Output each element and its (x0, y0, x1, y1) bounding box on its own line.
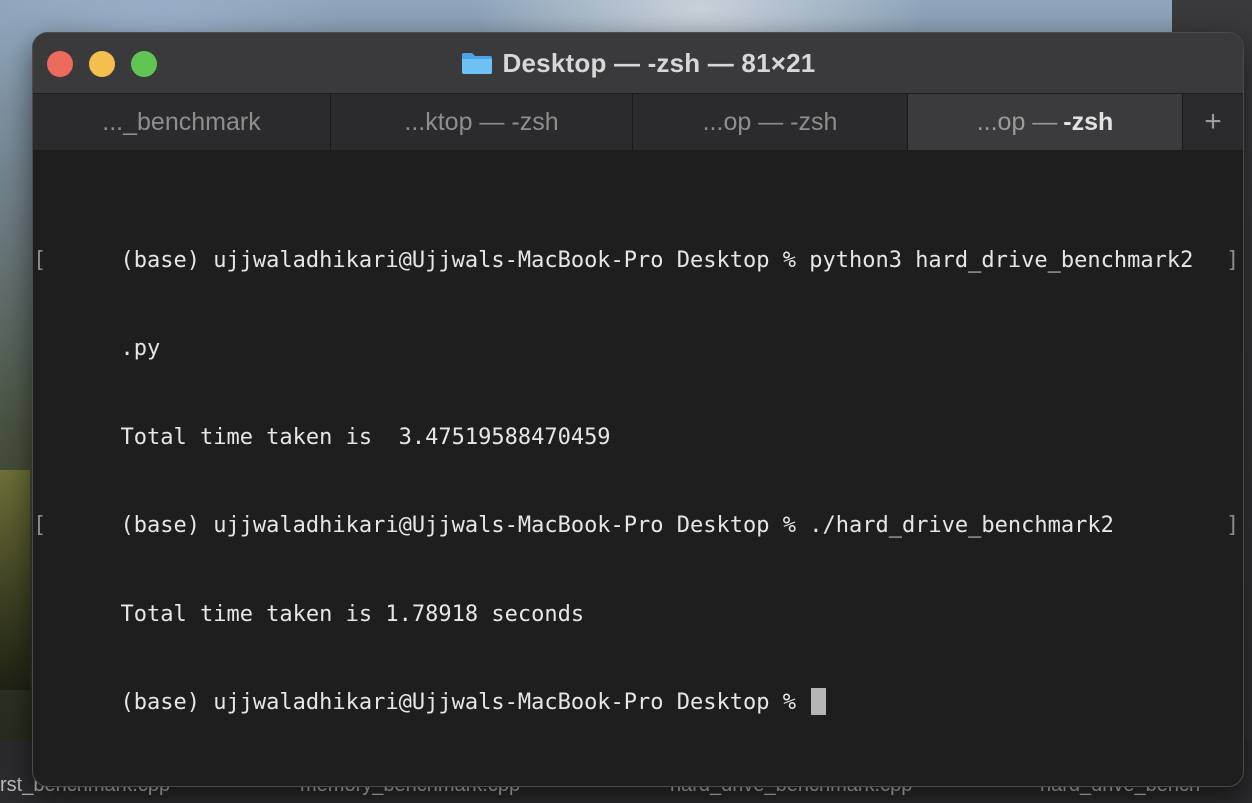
title-bar[interactable]: Desktop — -zsh — 81×21 (33, 33, 1243, 93)
new-tab-button[interactable]: + (1183, 94, 1243, 150)
terminal-prompt: (base) ujjwaladhikari@Ujjwals-MacBook-Pr… (120, 690, 810, 715)
terminal-text: (base) ujjwaladhikari@Ujjwals-MacBook-Pr… (120, 247, 1194, 273)
mark-bracket-open: [ (33, 513, 47, 538)
tab-bar: ..._benchmark ...ktop — -zsh ...op — -zs… (33, 93, 1243, 151)
tab-label-prefix: ...op — (976, 107, 1058, 136)
tab-label: ...op — -zsh (702, 107, 838, 136)
folder-icon (461, 51, 493, 75)
terminal-line: Total time taken is 1.78918 seconds (41, 570, 1236, 627)
tab-desktop-zsh-1[interactable]: ...ktop — -zsh (331, 94, 633, 150)
terminal-text: (base) ujjwaladhikari@Ujjwals-MacBook-Pr… (120, 513, 1114, 538)
mark-bracket-close: ] (1226, 513, 1240, 538)
tab-desktop-zsh-2[interactable]: ...op — -zsh (633, 94, 908, 150)
terminal-output[interactable]: [ (base) ujjwaladhikari@Ujjwals-MacBook-P… (33, 157, 1239, 747)
terminal-text: .py (120, 336, 161, 361)
terminal-line: [ (base) ujjwaladhikari@Ujjwals-MacBook-P… (33, 482, 1239, 538)
terminal-line: .py (41, 305, 1236, 361)
terminal-text: Total time taken is 3.47519588470459 (120, 424, 611, 450)
tab-label: ...ktop — -zsh (404, 107, 559, 136)
window-title-area: Desktop — -zsh — 81×21 (33, 33, 1243, 93)
wallpaper-foliage (0, 470, 30, 690)
terminal-text: Total time taken is 1.78918 seconds (120, 601, 585, 627)
tab-label: ..._benchmark (102, 107, 261, 136)
terminal-line: Total time taken is 3.47519588470459 (41, 393, 1236, 450)
mark-bracket-close: ] (1226, 247, 1240, 273)
mark-bracket-open: [ (33, 247, 47, 273)
terminal-line: (base) ujjwaladhikari@Ujjwals-MacBook-Pr… (41, 659, 1236, 715)
tab-desktop-zsh-active[interactable]: ...op — -zsh (908, 94, 1183, 150)
tab-benchmark[interactable]: ..._benchmark (33, 94, 331, 150)
tab-label: -zsh (1063, 107, 1114, 136)
terminal-line: [ (base) ujjwaladhikari@Ujjwals-MacBook-P… (33, 216, 1239, 273)
terminal-window[interactable]: Desktop — -zsh — 81×21 ..._benchmark ...… (32, 32, 1244, 787)
cursor-block (811, 688, 827, 715)
window-title: Desktop — -zsh — 81×21 (502, 47, 816, 78)
